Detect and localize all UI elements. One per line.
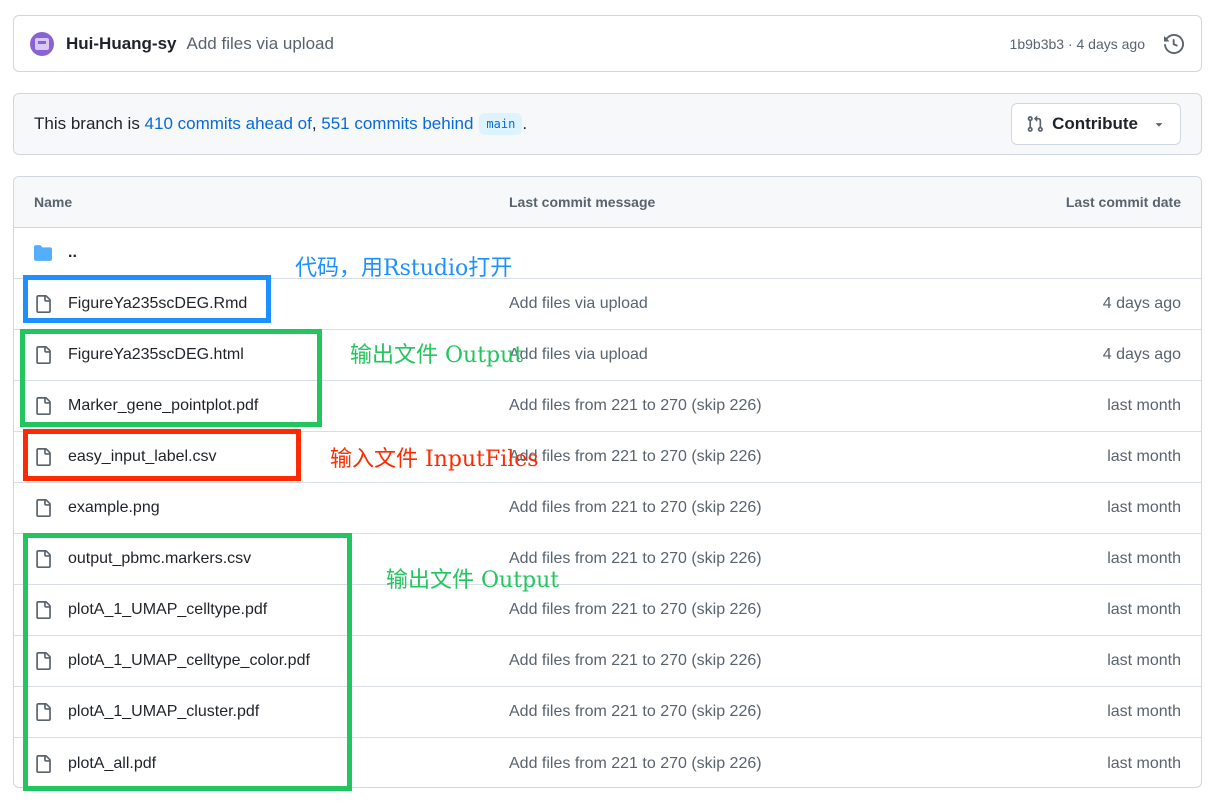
file-icon <box>34 600 52 620</box>
table-row[interactable]: plotA_all.pdf Add files from 221 to 270 (… <box>14 738 1201 787</box>
branch-status-bar: This branch is 410 commits ahead of , 55… <box>13 93 1202 155</box>
commit-date: last month <box>1107 703 1181 720</box>
parent-directory-link[interactable]: .. <box>68 244 77 262</box>
file-icon <box>34 294 52 314</box>
commits-ahead-link[interactable]: 410 commits ahead of <box>145 114 312 134</box>
annotation-code: 代码，用Rstudio打开 <box>295 256 513 281</box>
file-name-link[interactable]: easy_input_label.csv <box>68 448 217 466</box>
table-row[interactable]: FigureYa235scDEG.html Add files via uploa… <box>14 330 1201 381</box>
file-icon <box>34 447 52 467</box>
commit-date: last month <box>1107 754 1181 772</box>
file-name-link[interactable]: example.png <box>68 499 160 517</box>
table-row[interactable]: FigureYa235scDEG.Rmd Add files via upload… <box>14 279 1201 330</box>
file-name-link[interactable]: plotA_1_UMAP_celltype_color.pdf <box>68 652 310 670</box>
file-name-link[interactable]: FigureYa235scDEG.Rmd <box>68 295 247 313</box>
folder-icon <box>34 243 52 263</box>
file-name-link[interactable]: plotA_1_UMAP_celltype.pdf <box>68 601 267 619</box>
table-row[interactable]: Marker_gene_pointplot.pdf Add files from … <box>14 381 1201 432</box>
commits-behind-link[interactable]: 551 commits behind <box>321 114 473 134</box>
header-last-commit-date: Last commit date <box>1065 194 1181 210</box>
commit-date: last month <box>1107 397 1181 414</box>
file-name-link[interactable]: FigureYa235scDEG.html <box>68 346 244 364</box>
commit-message-link[interactable]: Add files from 221 to 270 (skip 226) <box>509 755 762 772</box>
header-last-commit-message: Last commit message <box>509 194 656 210</box>
commit-date: last month <box>1107 499 1181 516</box>
table-row[interactable]: output_pbmc.markers.csv Add files from 22… <box>14 534 1201 585</box>
file-icon <box>34 345 52 365</box>
commit-message-link[interactable]: Add files from 221 to 270 (skip 226) <box>509 601 762 618</box>
commit-message[interactable]: Add files via upload <box>187 34 334 54</box>
contribute-label: Contribute <box>1052 114 1138 133</box>
commit-date: 4 days ago <box>1102 346 1181 363</box>
branch-status-separator: , <box>311 114 322 133</box>
table-row[interactable]: plotA_1_UMAP_celltype_color.pdf Add files… <box>14 636 1201 687</box>
history-icon[interactable] <box>1163 33 1185 55</box>
annotation-output-1: 输出文件 Output <box>350 343 524 368</box>
table-row[interactable]: example.png Add files from 221 to 270 (sk… <box>14 483 1201 534</box>
commit-message-link[interactable]: Add files from 221 to 270 (skip 226) <box>509 397 762 414</box>
latest-commit-bar: Hui-Huang-sy Add files via upload 1b9b3b… <box>13 15 1202 72</box>
file-name-link[interactable]: plotA_all.pdf <box>68 755 156 773</box>
commit-date: last month <box>1107 652 1181 669</box>
branch-status-suffix: . <box>522 114 528 133</box>
commit-message-link[interactable]: Add files from 221 to 270 (skip 226) <box>509 652 762 669</box>
annotation-input: 输入文件 InputFiles <box>330 447 539 472</box>
commit-date: 4 days ago <box>1102 295 1181 312</box>
commit-message-link[interactable]: Add files via upload <box>509 346 648 363</box>
parent-directory-row[interactable]: .. <box>14 228 1201 279</box>
commit-message-link[interactable]: Add files via upload <box>509 295 648 312</box>
header-name: Name <box>34 194 73 210</box>
commit-date: last month <box>1107 448 1181 465</box>
annotation-output-2: 输出文件 Output <box>386 568 560 593</box>
file-icon <box>34 754 52 774</box>
table-row[interactable]: easy_input_label.csv Add files from 221 t… <box>14 432 1201 483</box>
file-icon <box>34 651 52 671</box>
commit-date: last month <box>1107 601 1181 618</box>
author-avatar[interactable] <box>30 31 54 56</box>
table-row[interactable]: plotA_1_UMAP_celltype.pdf Add files from … <box>14 585 1201 636</box>
caret-down-icon <box>1155 123 1163 127</box>
file-list-table: Name Last commit message Last commit dat… <box>13 176 1202 788</box>
file-name-link[interactable]: plotA_1_UMAP_cluster.pdf <box>68 703 259 721</box>
commit-date: last month <box>1107 550 1181 567</box>
file-icon <box>34 498 52 518</box>
file-icon <box>34 549 52 569</box>
commit-author[interactable]: Hui-Huang-sy <box>66 34 177 54</box>
commit-message-link[interactable]: Add files from 221 to 270 (skip 226) <box>509 448 762 465</box>
table-header: Name Last commit message Last commit dat… <box>14 177 1201 228</box>
file-name-link[interactable]: output_pbmc.markers.csv <box>68 550 251 568</box>
commit-message-link[interactable]: Add files from 221 to 270 (skip 226) <box>509 703 762 720</box>
file-icon <box>34 702 52 722</box>
commit-hash-and-time[interactable]: 1b9b3b3 · 4 days ago <box>1010 36 1145 52</box>
base-branch-ref[interactable]: main <box>479 113 523 135</box>
file-icon <box>34 396 52 416</box>
branch-status-prefix: This branch is <box>34 114 145 133</box>
pull-request-icon <box>1027 115 1043 132</box>
commit-message-link[interactable]: Add files from 221 to 270 (skip 226) <box>509 499 762 516</box>
table-row[interactable]: plotA_1_UMAP_cluster.pdf Add files from 2… <box>14 687 1201 738</box>
file-name-link[interactable]: Marker_gene_pointplot.pdf <box>68 397 258 415</box>
contribute-button[interactable]: Contribute <box>1011 103 1181 145</box>
